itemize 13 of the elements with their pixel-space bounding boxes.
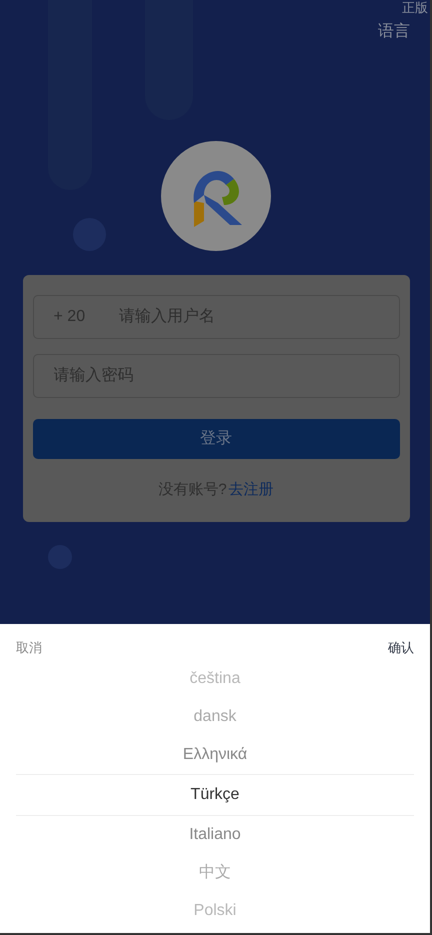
- login-button[interactable]: 登录: [32, 419, 400, 459]
- language-option[interactable]: Ελληνικά: [182, 742, 248, 766]
- language-button[interactable]: 语言: [378, 20, 410, 44]
- register-link[interactable]: 去注册: [228, 479, 274, 502]
- language-option[interactable]: Polski: [194, 898, 236, 922]
- version-label: 正版: [402, 0, 428, 17]
- language-option[interactable]: Italiano: [189, 822, 241, 846]
- language-option[interactable]: dansk: [194, 704, 236, 728]
- language-option[interactable]: 中文: [199, 860, 231, 884]
- cancel-button[interactable]: 取消: [16, 638, 42, 658]
- language-option[interactable]: čeština: [190, 666, 240, 690]
- confirm-button[interactable]: 确认: [388, 638, 414, 658]
- language-option[interactable]: Türkçe: [190, 782, 240, 806]
